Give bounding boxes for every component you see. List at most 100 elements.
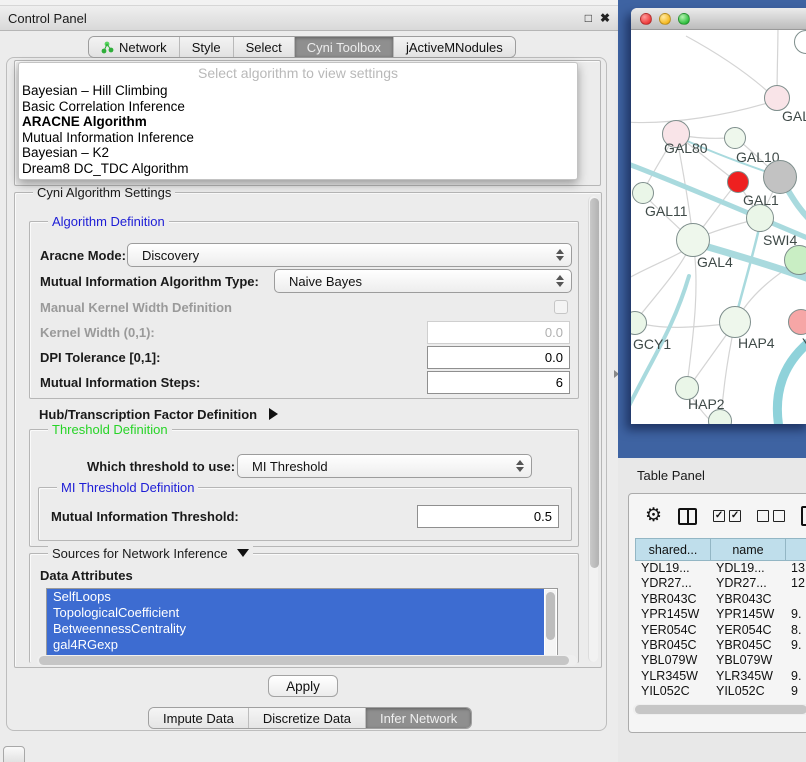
- data-attributes-list[interactable]: SelfLoopsTopologicalCoefficientBetweenne…: [46, 588, 558, 659]
- manual-kernel-checkbox[interactable]: [554, 300, 568, 314]
- table-panel-box: ⚙ ✓ ✓ shared...nameA YDL19...YDL19...13Y…: [628, 493, 806, 733]
- network-view-window: GALGAL80GAL10GAL1GAL11GAL4SWI4GCY1HAP4YH…: [631, 8, 806, 424]
- sources-group-title[interactable]: Sources for Network Inference: [48, 546, 253, 561]
- table-row[interactable]: YDL19...YDL19...13: [635, 561, 806, 576]
- table-cell: 12: [785, 576, 806, 591]
- attribute-item-topologicalcoefficient[interactable]: TopologicalCoefficient: [47, 605, 544, 621]
- attributes-scrollbar[interactable]: [545, 590, 556, 658]
- split-view-icon[interactable]: [678, 508, 697, 525]
- control-panel-titlebar: Control Panel □ ✖: [0, 6, 618, 31]
- kernel-width-label: Kernel Width (0,1):: [40, 325, 155, 340]
- zoom-traffic-light-icon[interactable]: [678, 13, 690, 25]
- node-gal4[interactable]: [676, 223, 710, 257]
- table-cell: YPR145W: [710, 607, 785, 622]
- table-cell: 9.: [785, 607, 806, 622]
- control-panel-tabbar: NetworkStyleSelect Cyni Toolbox jActiveMNo…: [88, 36, 516, 58]
- close-window-icon[interactable]: ✖: [600, 11, 610, 25]
- node-label-swi4: SWI4: [763, 232, 797, 248]
- screen: Control Panel □ ✖ NetworkStyleSelect Cyni…: [0, 0, 806, 762]
- apply-button[interactable]: Apply: [268, 675, 338, 697]
- aracne-mode-combo[interactable]: Discovery: [127, 243, 572, 267]
- bottom-tab-discretize-data[interactable]: Discretize Data: [249, 708, 366, 728]
- table-cell: 9: [785, 684, 806, 699]
- settings-scrollbar-thumb[interactable]: [590, 198, 599, 568]
- hub-definition-toggle[interactable]: Hub/Transcription Factor Definition: [39, 407, 278, 422]
- tab-select[interactable]: Select: [234, 37, 295, 57]
- attribute-item-betweennesscentrality[interactable]: BetweennessCentrality: [47, 621, 544, 637]
- which-threshold-label: Which threshold to use:: [87, 459, 235, 474]
- select-all-columns-icon[interactable]: ✓ ✓: [713, 510, 741, 522]
- dpi-tolerance-field[interactable]: 0.0: [427, 346, 570, 369]
- attribute-item-selfloops[interactable]: SelfLoops: [47, 589, 544, 605]
- bottom-tab-infer-network[interactable]: Infer Network: [366, 708, 471, 728]
- node-gal1[interactable]: [746, 204, 774, 232]
- node-hap4[interactable]: [719, 306, 751, 338]
- algorithm-item-aracne-algorithm[interactable]: ARACNE Algorithm: [19, 114, 577, 130]
- threshold-definition-group: Threshold Definition Which threshold to …: [29, 429, 579, 547]
- network-canvas[interactable]: GALGAL80GAL10GAL1GAL11GAL4SWI4GCY1HAP4YH…: [631, 30, 806, 424]
- attribute-item-gal4rgexp[interactable]: gal4RGexp: [47, 637, 544, 653]
- algorithm-item-dream8-dc-tdc-algorithm[interactable]: Dream8 DC_TDC Algorithm: [19, 161, 577, 177]
- tab-label: Cyni Toolbox: [307, 40, 381, 55]
- close-traffic-light-icon[interactable]: [640, 13, 652, 25]
- node-swi4[interactable]: [784, 245, 806, 275]
- network-window-titlebar[interactable]: [631, 8, 806, 30]
- column-header-name[interactable]: name: [710, 538, 785, 561]
- node-gal10[interactable]: [724, 127, 746, 149]
- tab-network[interactable]: Network: [89, 37, 180, 57]
- table-row[interactable]: YBR045CYBR045C9.: [635, 638, 806, 653]
- mi-type-combo[interactable]: Naive Bayes: [274, 269, 572, 293]
- attributes-scrollbar-thumb[interactable]: [546, 592, 555, 640]
- deselect-all-columns-icon[interactable]: [757, 510, 785, 522]
- node-gal11[interactable]: [632, 182, 654, 204]
- node-label-gal1: GAL1: [743, 192, 779, 208]
- settings-hscrollbar[interactable]: [37, 655, 577, 666]
- minimized-panel-icon[interactable]: [3, 746, 25, 762]
- table-cell: YBR043C: [710, 592, 785, 607]
- column-header-a[interactable]: A: [785, 538, 806, 561]
- table-row[interactable]: YLR345WYLR345W9.: [635, 669, 806, 684]
- table-row[interactable]: YBR043CYBR043C: [635, 592, 806, 607]
- table-cell: YLR345W: [710, 669, 785, 684]
- tab-cyni-toolbox[interactable]: Cyni Toolbox: [295, 37, 394, 57]
- table-row[interactable]: YBL079WYBL079W: [635, 653, 806, 668]
- algorithm-item-bayesian-hill-climbing[interactable]: Bayesian – Hill Climbing: [19, 83, 577, 99]
- table-hscrollbar-thumb[interactable]: [635, 705, 806, 714]
- cyni-algorithm-settings-group: Cyni Algorithm Settings Algorithm Defini…: [14, 192, 602, 668]
- algorithm-item-bayesian-k2[interactable]: Bayesian – K2: [19, 145, 577, 161]
- export-table-icon[interactable]: [801, 506, 806, 526]
- bottom-tab-impute-data[interactable]: Impute Data: [149, 708, 249, 728]
- node-unlabeled[interactable]: [727, 171, 749, 193]
- table-row[interactable]: YPR145WYPR145W9.: [635, 607, 806, 622]
- mi-threshold-field[interactable]: 0.5: [417, 505, 559, 528]
- unchecked-box-icon: [773, 510, 785, 522]
- settings-scrollbar[interactable]: [588, 196, 598, 662]
- gear-icon[interactable]: ⚙: [645, 507, 662, 525]
- kernel-width-field[interactable]: 0.0: [427, 321, 570, 344]
- table-hscrollbar[interactable]: [633, 704, 806, 715]
- unchecked-box-icon: [757, 510, 769, 522]
- table-row[interactable]: YIL052CYIL052C9: [635, 684, 806, 699]
- tab-jactivemnodules[interactable]: jActiveMNodules: [394, 37, 515, 57]
- algorithm-item-mutual-information-inference[interactable]: Mutual Information Inference: [19, 130, 577, 146]
- tab-style[interactable]: Style: [180, 37, 234, 57]
- table-row[interactable]: YER054CYER054C8.: [635, 623, 806, 638]
- algorithm-dropdown-popup: Select algorithm to view settings Bayesi…: [18, 62, 578, 180]
- minimize-traffic-light-icon[interactable]: [659, 13, 671, 25]
- combo-spinner-icon: [556, 249, 564, 261]
- hub-definition-label: Hub/Transcription Factor Definition: [39, 407, 257, 422]
- mi-steps-label: Mutual Information Steps:: [40, 375, 200, 390]
- algorithm-item-basic-correlation-inference[interactable]: Basic Correlation Inference: [19, 99, 577, 115]
- combo-spinner-icon: [516, 460, 524, 472]
- aracne-mode-label: Aracne Mode:: [40, 248, 126, 263]
- aracne-mode-value: Discovery: [142, 248, 199, 263]
- node-unlabeled[interactable]: [763, 160, 797, 194]
- float-window-icon[interactable]: □: [585, 11, 592, 25]
- mi-steps-field[interactable]: 6: [427, 371, 570, 394]
- tab-label: jActiveMNodules: [406, 40, 503, 55]
- collapse-arrow-icon: [269, 408, 278, 420]
- settings-hscrollbar-thumb[interactable]: [39, 656, 569, 665]
- column-header-shared-[interactable]: shared...: [635, 538, 710, 561]
- which-threshold-combo[interactable]: MI Threshold: [237, 454, 532, 478]
- table-row[interactable]: YDR27...YDR27...12: [635, 576, 806, 591]
